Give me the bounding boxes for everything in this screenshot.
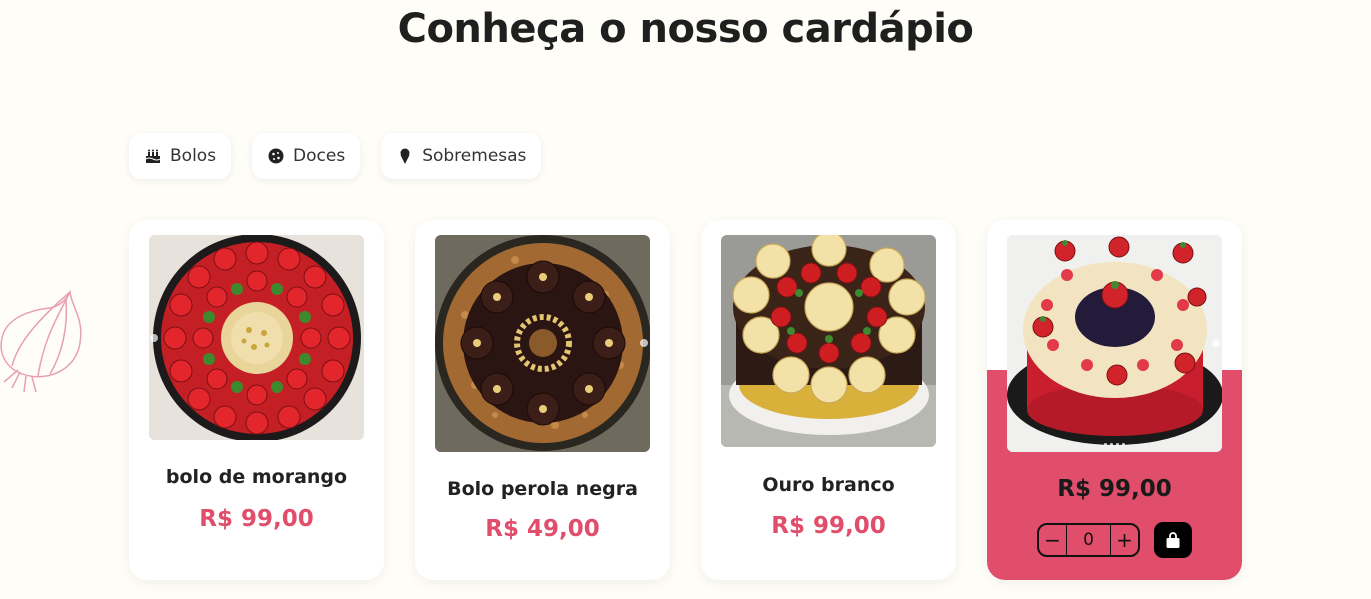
increase-quantity-button[interactable]: + xyxy=(1110,525,1138,555)
carousel-dots[interactable] xyxy=(1007,443,1222,446)
product-card-active[interactable]: R$ 99,00 − 0 + xyxy=(987,220,1242,580)
category-label: Doces xyxy=(293,146,346,166)
shopping-bag-icon xyxy=(1166,531,1180,548)
category-label: Sobremesas xyxy=(422,146,527,166)
product-price: R$ 49,00 xyxy=(485,516,600,542)
product-image xyxy=(149,235,364,440)
product-image xyxy=(721,235,936,447)
category-sobremesas[interactable]: Sobremesas xyxy=(381,133,542,179)
category-label: Bolos xyxy=(170,146,217,166)
category-doces[interactable]: Doces xyxy=(252,133,361,179)
quantity-stepper[interactable]: − 0 + xyxy=(1037,523,1140,557)
decrease-quantity-button[interactable]: − xyxy=(1039,525,1067,555)
product-image xyxy=(435,235,650,452)
product-card[interactable]: bolo de morango R$ 99,00 xyxy=(129,220,384,580)
product-card[interactable]: Ouro branco R$ 99,00 xyxy=(701,220,956,580)
product-name: Ouro branco xyxy=(762,474,895,496)
category-bolos[interactable]: Bolos xyxy=(129,133,232,179)
product-name: bolo de morango xyxy=(165,466,348,488)
page-title: Conheça o nosso cardápio xyxy=(397,6,974,52)
product-price: R$ 99,00 xyxy=(1057,476,1172,502)
birthday-cake-icon xyxy=(144,147,162,165)
add-to-cart-button[interactable] xyxy=(1154,522,1192,558)
quantity-value[interactable]: 0 xyxy=(1067,525,1110,555)
garlic-decoration-icon xyxy=(0,289,82,393)
product-card[interactable]: Bolo perola negra R$ 49,00 xyxy=(415,220,670,580)
product-name: Bolo perola negra xyxy=(447,478,638,500)
cookie-icon xyxy=(267,147,285,165)
ice-cream-icon xyxy=(396,147,414,165)
product-image xyxy=(1007,235,1222,452)
product-price: R$ 99,00 xyxy=(199,506,314,532)
product-price: R$ 99,00 xyxy=(771,513,886,539)
